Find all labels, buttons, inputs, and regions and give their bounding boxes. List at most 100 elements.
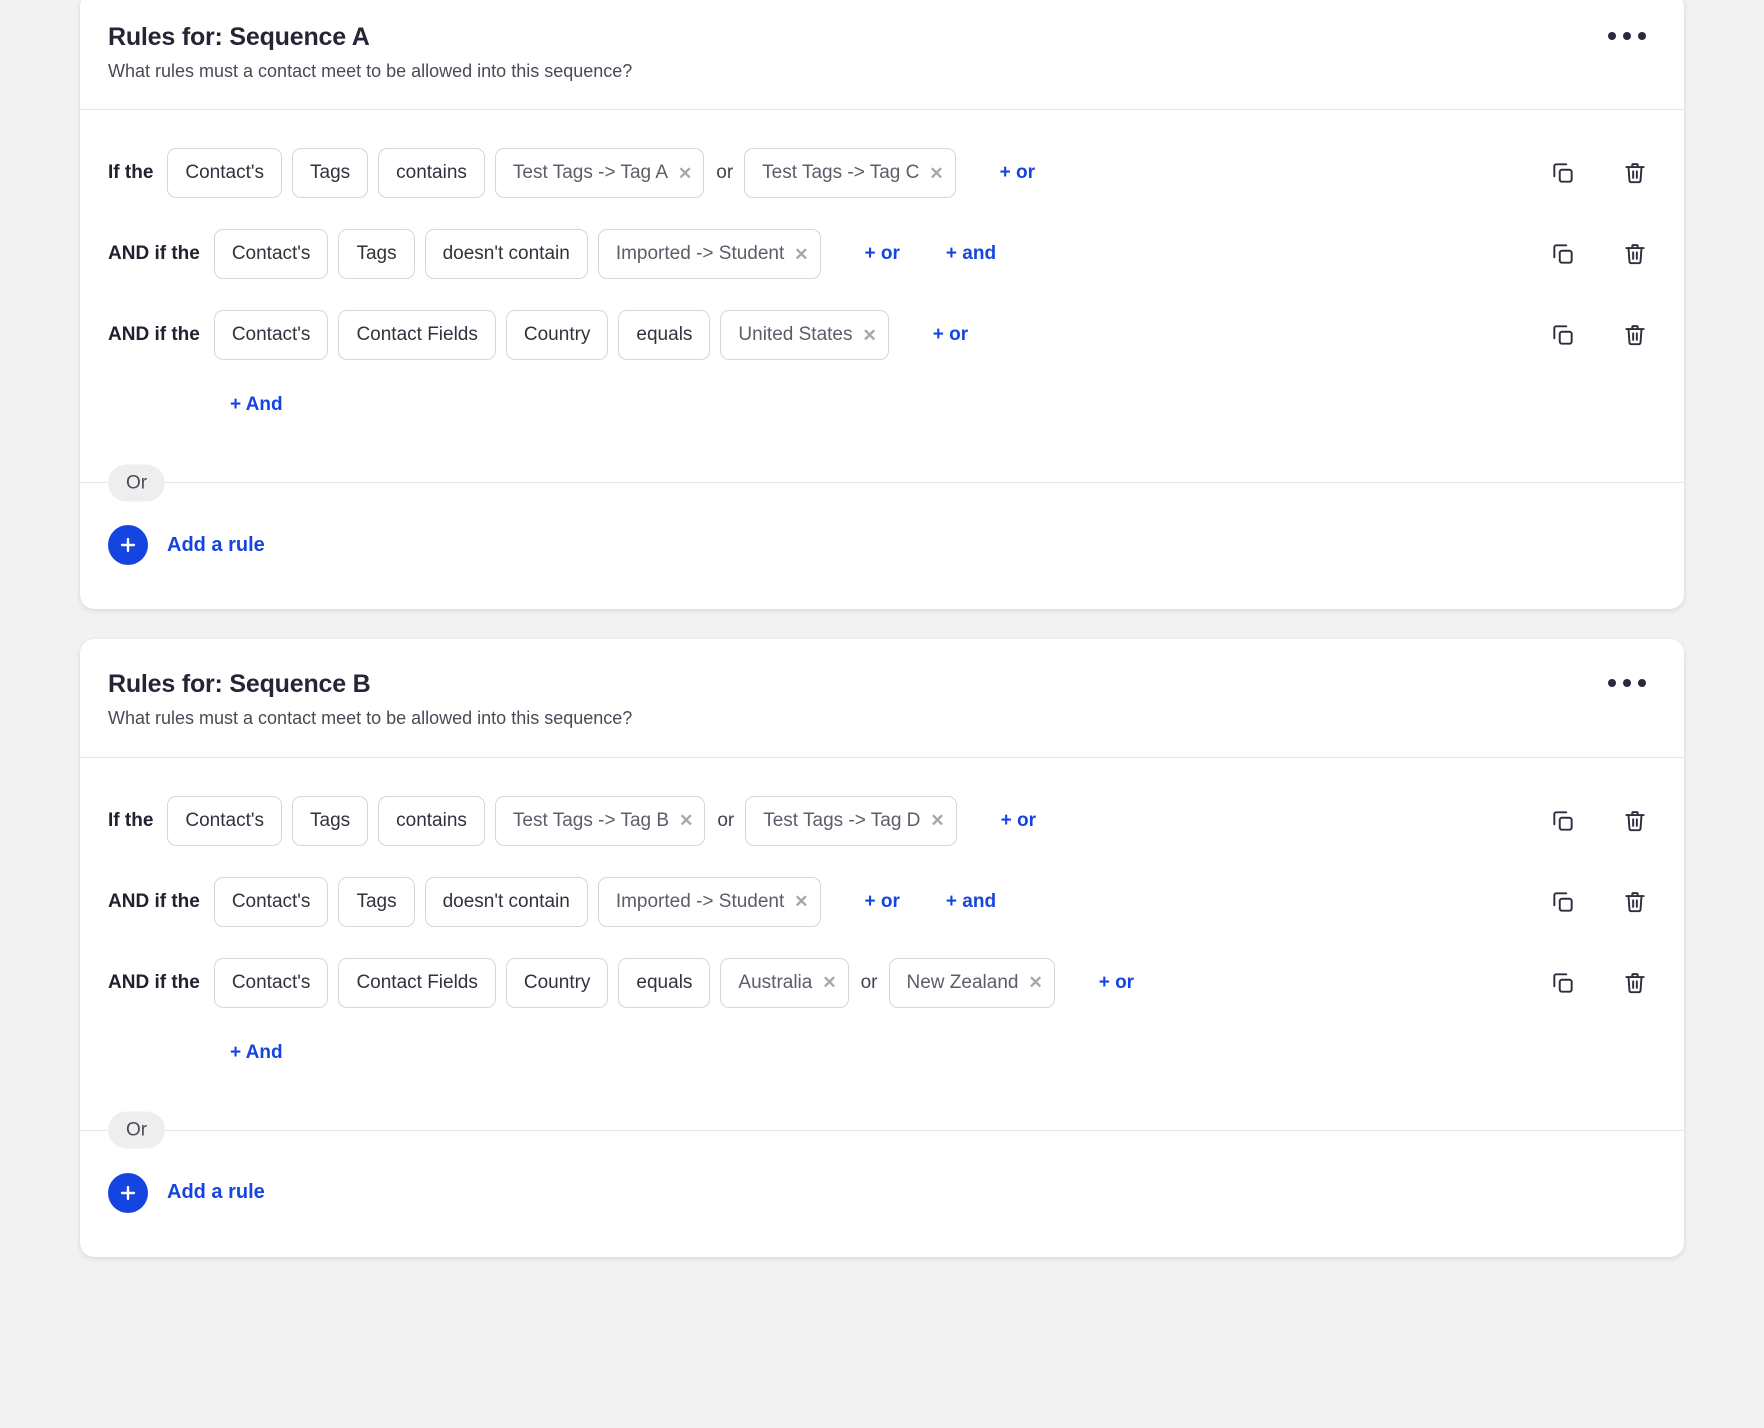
remove-value-icon[interactable]: ✕	[929, 165, 943, 182]
rule-selector-3[interactable]: equals	[618, 957, 711, 1008]
rule-value-text: Test Tags -> Tag A	[512, 162, 669, 184]
add-and-link[interactable]: + and	[946, 243, 996, 265]
rule-selector-2[interactable]: doesn't contain	[424, 876, 588, 927]
rule-row: AND if the Contact's Tags doesn't contain Im…	[80, 225, 1684, 283]
rule-selector-1[interactable]: Tags	[292, 148, 369, 199]
duplicate-icon[interactable]	[1548, 320, 1578, 350]
rule-value-text: Imported -> Student	[615, 243, 785, 265]
rule-value-chip[interactable]: Imported -> Student ✕	[597, 876, 821, 927]
rule-selector-1[interactable]: Contact Fields	[338, 310, 496, 361]
trash-icon[interactable]	[1620, 887, 1650, 917]
rule-row: AND if the Contact's Tags doesn't contain Im…	[80, 873, 1684, 931]
rule-value-chip[interactable]: Test Tags -> Tag A ✕	[494, 148, 705, 199]
rule-selector-1[interactable]: Tags	[292, 795, 369, 846]
card-body: If the Contact's Tags contains Test Tags -> …	[80, 758, 1684, 1257]
add-or-link[interactable]: + or	[1000, 162, 1035, 184]
rule-value-chip[interactable]: United States ✕	[720, 310, 889, 361]
rule-selector-0[interactable]: Contact's	[167, 148, 282, 199]
add-and-button[interactable]: + And	[230, 394, 283, 415]
rules-page: Rules for: Sequence A What rules must a c…	[0, 0, 1764, 1257]
add-or-link[interactable]: + or	[865, 891, 900, 913]
duplicate-icon[interactable]	[1548, 158, 1578, 188]
add-or-link[interactable]: + or	[865, 243, 900, 265]
rule-value-chip[interactable]: Imported -> Student ✕	[597, 229, 821, 280]
trash-icon[interactable]	[1620, 806, 1650, 836]
rule-selector-0[interactable]: Contact's	[167, 795, 282, 846]
card-title: Rules for: Sequence B	[108, 670, 371, 699]
value-or-separator: or	[716, 162, 734, 184]
value-or-separator: or	[717, 809, 735, 831]
rule-selector-3[interactable]: equals	[618, 310, 711, 361]
rule-value-text: Test Tags -> Tag B	[512, 809, 670, 831]
remove-value-icon[interactable]: ✕	[679, 812, 693, 829]
kebab-dot	[1623, 32, 1631, 40]
rule-selector-1[interactable]: Tags	[338, 229, 415, 280]
rule-selector-0[interactable]: Contact's	[213, 957, 329, 1008]
trash-icon[interactable]	[1620, 239, 1650, 269]
rule-selector-2[interactable]: Country	[505, 310, 609, 361]
duplicate-icon[interactable]	[1548, 806, 1578, 836]
plus-icon	[108, 1172, 148, 1213]
or-badge: Or	[108, 464, 166, 502]
remove-value-icon[interactable]: ✕	[794, 893, 808, 910]
rule-selector-2[interactable]: Country	[505, 957, 609, 1008]
remove-value-icon[interactable]: ✕	[930, 812, 944, 829]
trash-icon[interactable]	[1620, 968, 1650, 998]
rule-selector-0[interactable]: Contact's	[213, 876, 329, 927]
add-and-block: + And	[80, 1042, 1684, 1064]
kebab-dot	[1638, 32, 1646, 40]
rule-value-chip[interactable]: New Zealand ✕	[888, 957, 1055, 1008]
rule-condition-group: If the Contact's Tags contains Test Tags -> …	[108, 148, 1518, 199]
rule-condition-group: If the Contact's Tags contains Test Tags -> …	[108, 795, 1518, 846]
remove-value-icon[interactable]: ✕	[794, 246, 808, 263]
rule-value-chip[interactable]: Test Tags -> Tag D ✕	[745, 795, 957, 846]
rule-value-chip[interactable]: Test Tags -> Tag C ✕	[744, 148, 956, 199]
remove-value-icon[interactable]: ✕	[863, 327, 877, 344]
rule-value-text: Test Tags -> Tag D	[763, 809, 921, 831]
card-header: Rules for: Sequence B What rules must a c…	[80, 639, 1684, 758]
add-or-link[interactable]: + or	[1099, 972, 1134, 994]
trash-icon[interactable]	[1620, 158, 1650, 188]
kebab-dot	[1623, 679, 1631, 688]
duplicate-icon[interactable]	[1548, 239, 1578, 269]
rule-selector-2[interactable]: doesn't contain	[424, 229, 588, 280]
kebab-menu-icon[interactable]	[1604, 669, 1650, 697]
rule-value-chip[interactable]: Australia ✕	[720, 957, 849, 1008]
add-or-link[interactable]: + or	[933, 324, 968, 346]
rule-conjunction-label: AND if the	[108, 971, 200, 993]
card-header-text: Rules for: Sequence B What rules must a c…	[108, 669, 632, 730]
remove-value-icon[interactable]: ✕	[678, 165, 692, 182]
remove-value-icon[interactable]: ✕	[822, 974, 836, 991]
rule-row-actions	[1548, 239, 1650, 269]
rule-row-actions	[1548, 968, 1650, 998]
remove-value-icon[interactable]: ✕	[1028, 974, 1042, 991]
rule-selector-0[interactable]: Contact's	[213, 310, 329, 361]
rules-card: Rules for: Sequence A What rules must a c…	[80, 0, 1684, 610]
rule-conjunction-label: AND if the	[108, 243, 200, 265]
add-rule-button[interactable]: Add a rule	[80, 483, 1684, 609]
plus-icon	[108, 525, 148, 566]
rule-selector-2[interactable]: contains	[378, 148, 485, 199]
kebab-menu-icon[interactable]	[1604, 22, 1650, 50]
duplicate-icon[interactable]	[1548, 968, 1578, 998]
rule-selector-0[interactable]: Contact's	[213, 229, 329, 280]
rule-row-actions	[1548, 320, 1650, 350]
rule-selector-2[interactable]: contains	[378, 795, 485, 846]
rule-selector-1[interactable]: Tags	[338, 876, 415, 927]
rule-value-chip[interactable]: Test Tags -> Tag B ✕	[494, 795, 706, 846]
add-rule-button[interactable]: Add a rule	[80, 1131, 1684, 1257]
add-and-button[interactable]: + And	[230, 1042, 283, 1063]
kebab-dot	[1638, 679, 1646, 688]
trash-icon[interactable]	[1620, 320, 1650, 350]
rule-conjunction-label: If the	[108, 809, 154, 831]
rule-value-text: Australia	[738, 971, 813, 993]
rule-condition-group: AND if the Contact's Contact Fields Country…	[108, 310, 1518, 361]
add-rule-label: Add a rule	[167, 1181, 265, 1204]
add-or-link[interactable]: + or	[1001, 810, 1036, 832]
rules-card: Rules for: Sequence B What rules must a c…	[80, 639, 1684, 1257]
duplicate-icon[interactable]	[1548, 887, 1578, 917]
add-and-link[interactable]: + and	[946, 891, 996, 913]
rule-selector-1[interactable]: Contact Fields	[338, 957, 496, 1008]
rule-condition-group: AND if the Contact's Tags doesn't contain Im…	[108, 876, 1518, 927]
card-subtitle: What rules must a contact meet to be all…	[108, 708, 633, 729]
